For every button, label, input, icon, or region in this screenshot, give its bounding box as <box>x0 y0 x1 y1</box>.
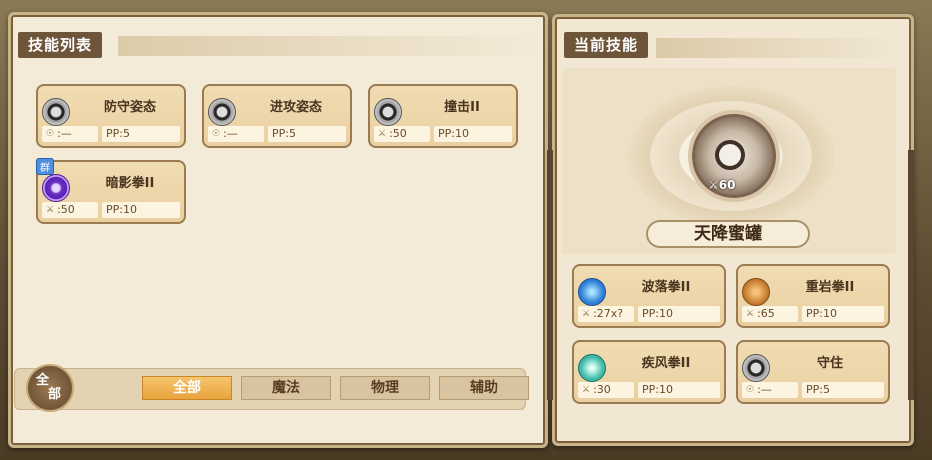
skill-list-title: 技能列表 <box>18 32 103 58</box>
normal-orb-icon <box>374 98 402 126</box>
current-skill-pp: ⚔60 <box>708 178 735 192</box>
badge-char-2: 部 <box>48 387 62 402</box>
skill-stats: ⚔:50 PP:10 <box>42 202 180 218</box>
skill-name: 进攻姿态 <box>269 100 322 115</box>
skill-power: :— <box>57 127 72 140</box>
skill-power: :50 <box>57 203 75 216</box>
skill-stats: ⚔:30 PP:10 <box>578 382 720 398</box>
current-skills-title: 当前技能 <box>564 32 649 58</box>
skill-card-defense-stance[interactable]: 防守姿态 ☉:— PP:5 <box>36 84 186 148</box>
skill-card-protect[interactable]: 守住 ☉:— PP:5 <box>736 340 890 404</box>
skill-pp: PP:10 <box>106 203 137 216</box>
skill-power: :— <box>223 127 238 140</box>
current-skill-pp-value: 60 <box>718 178 736 192</box>
rock-fist-icon <box>742 278 770 306</box>
skill-pp: PP:10 <box>642 307 673 320</box>
tab-magic[interactable]: 魔法 <box>241 376 331 400</box>
sword-icon: ⚔ <box>582 309 591 319</box>
normal-orb-icon <box>742 354 770 382</box>
skill-power: :30 <box>593 383 611 396</box>
panel-edge <box>908 150 914 400</box>
skill-pp: PP:10 <box>642 383 673 396</box>
skill-pp: PP:5 <box>272 127 296 140</box>
skill-card-heavy-rock-fist[interactable]: 重岩拳II ⚔:65 PP:10 <box>736 264 890 328</box>
skill-stats: ⚔:50 PP:10 <box>374 126 512 142</box>
skill-pp: PP:10 <box>438 127 469 140</box>
sword-icon: ⚔ <box>582 385 591 395</box>
filter-all-badge[interactable]: 全 部 <box>26 364 74 412</box>
normal-type-icon <box>715 140 745 170</box>
wind-swirl-icon <box>578 354 606 382</box>
skill-name: 暗影拳II <box>105 176 155 191</box>
skill-name: 防守姿态 <box>103 100 156 115</box>
skill-power: :— <box>757 383 772 396</box>
skill-stats: ⚔:27x? PP:10 <box>578 306 720 322</box>
panel-divider <box>547 150 553 400</box>
header-divider <box>118 36 538 56</box>
skill-power: :65 <box>757 307 775 320</box>
skill-power: :27x? <box>593 307 624 320</box>
skill-name: 守住 <box>816 356 843 371</box>
water-drop-icon <box>578 278 606 306</box>
tab-all[interactable]: 全部 <box>142 376 232 400</box>
sword-icon: ⚔ <box>746 309 755 319</box>
skill-pp: PP:5 <box>806 383 830 396</box>
skill-card-wave-fist[interactable]: 波落拳II ⚔:27x? PP:10 <box>572 264 726 328</box>
target-icon: ☉ <box>212 129 221 139</box>
skill-name: 重岩拳II <box>805 280 855 295</box>
skill-stats: ☉:— PP:5 <box>208 126 346 142</box>
sword-icon: ⚔ <box>378 129 387 139</box>
skill-name: 疾风拳II <box>641 356 691 371</box>
sword-icon: ⚔ <box>708 178 719 192</box>
target-icon: ☉ <box>46 129 55 139</box>
shadow-orb-icon <box>42 174 70 202</box>
tab-support[interactable]: 辅助 <box>439 376 529 400</box>
skill-pp: PP:5 <box>106 127 130 140</box>
current-skill-name: 天降蜜罐 <box>646 220 810 248</box>
badge-char-1: 全 <box>36 373 50 388</box>
sword-icon: ⚔ <box>46 205 55 215</box>
skill-stats: ☉:— PP:5 <box>42 126 180 142</box>
skill-name: 撞击II <box>444 100 480 115</box>
header-divider <box>656 38 896 58</box>
normal-orb-icon <box>208 98 236 126</box>
skill-card-tackle[interactable]: 撞击II ⚔:50 PP:10 <box>368 84 518 148</box>
skill-card-attack-stance[interactable]: 进攻姿态 ☉:— PP:5 <box>202 84 352 148</box>
skill-card-gale-fist[interactable]: 疾风拳II ⚔:30 PP:10 <box>572 340 726 404</box>
skill-stats: ⚔:65 PP:10 <box>742 306 884 322</box>
tab-physical[interactable]: 物理 <box>340 376 430 400</box>
skill-pp: PP:10 <box>806 307 837 320</box>
skill-card-shadow-fist[interactable]: 群 暗影拳II ⚔:50 PP:10 <box>36 158 186 224</box>
skill-name: 波落拳II <box>641 280 691 295</box>
target-icon: ☉ <box>746 385 755 395</box>
normal-orb-icon <box>42 98 70 126</box>
skill-power: :50 <box>389 127 407 140</box>
skill-stats: ☉:— PP:5 <box>742 382 884 398</box>
group-tag-badge: 群 <box>36 158 54 175</box>
